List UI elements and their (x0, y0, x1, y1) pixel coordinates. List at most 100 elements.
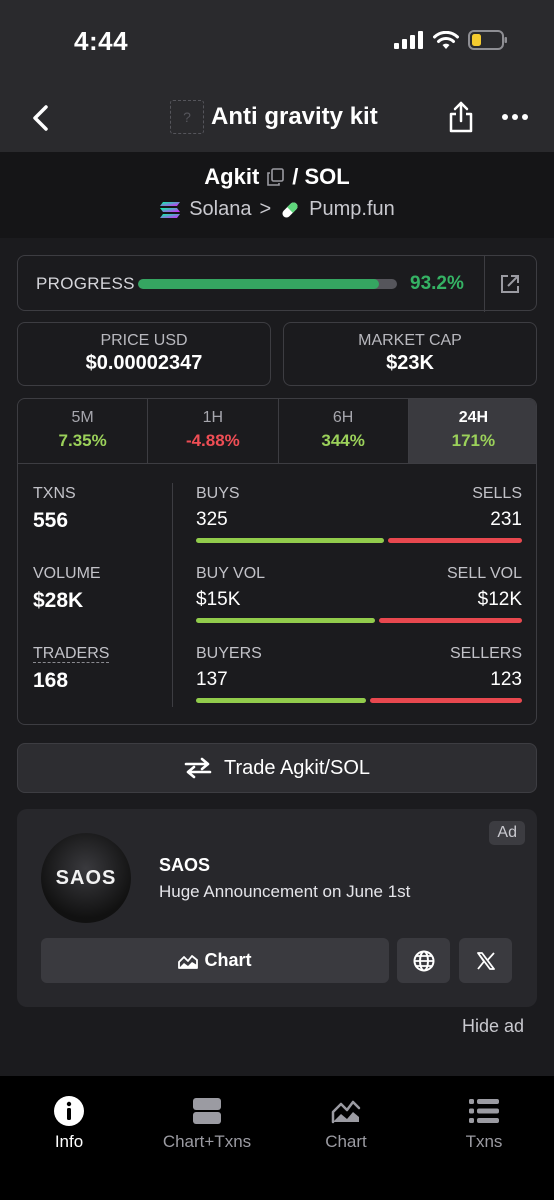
tab-chart[interactable]: Chart (277, 1096, 415, 1152)
tab-label: 24H (458, 409, 489, 426)
chevron-left-icon (33, 105, 48, 131)
progress-value: 93.2% (410, 273, 464, 294)
traders-value: 168 (33, 669, 69, 692)
area-chart-icon (331, 1100, 361, 1124)
tab-info-label: Info (54, 1132, 84, 1151)
volume-ratio-bar (196, 618, 522, 623)
tab-chart-txns[interactable]: Chart+Txns (138, 1096, 276, 1152)
ad-card: Ad SAOS SAOS Huge Announcement on June 1… (17, 809, 537, 1007)
ad-x-button[interactable] (459, 938, 512, 983)
volume-label: VOLUME (33, 565, 101, 582)
more-options-button[interactable] (496, 102, 534, 132)
tab-change: -4.88% (185, 431, 240, 450)
share-button[interactable] (443, 98, 479, 136)
hide-ad-link[interactable]: Hide ad (462, 1016, 524, 1037)
volume-breakdown: BUY VOL SELL VOL $15K $12K (196, 565, 522, 623)
wifi-icon (433, 30, 459, 49)
buyers-bar (196, 698, 366, 703)
buys-label: BUYS (196, 485, 240, 502)
tab-24h[interactable]: 24H 171% (408, 399, 536, 463)
volume-value: $28K (33, 589, 84, 612)
tab-chart-txns-label: Chart+Txns (162, 1132, 252, 1151)
trade-button[interactable]: Trade Agkit/SOL (17, 743, 537, 793)
ad-logo-text: SAOS (55, 866, 117, 889)
ad-chart-button[interactable]: Chart (41, 938, 389, 983)
timeframe-tabs: 5M 7.35% 1H -4.88% 6H 344% 24H 171% (18, 399, 536, 464)
sellers-bar (369, 698, 522, 703)
pair-quote: / SOL (292, 164, 350, 189)
tab-info[interactable]: Info (0, 1096, 138, 1152)
ad-chart-label: Chart (204, 950, 252, 970)
pair-line: Agkit / SOL (0, 164, 554, 190)
x-logo-icon (476, 951, 495, 970)
page-title: Anti gravity kit (211, 103, 378, 130)
buyers-value: 137 (196, 669, 228, 690)
swap-arrows-icon (184, 757, 212, 779)
traders-label[interactable]: TRADERS (33, 645, 110, 663)
traders-stat: TRADERS 168 (33, 645, 110, 693)
volume-stat: VOLUME $28K (33, 565, 101, 613)
pair-base: Agkit (204, 164, 260, 189)
buys-value: 325 (196, 509, 228, 530)
price-card: PRICE USD $0.00002347 (17, 322, 271, 386)
battery-low-icon (468, 30, 507, 50)
tab-txns-label: Txns (465, 1132, 503, 1151)
price-label: PRICE USD (100, 332, 188, 349)
market-cap-label: MARKET CAP (358, 332, 462, 349)
sell-vol-value: $12K (477, 589, 522, 610)
progress-bar (138, 279, 397, 289)
traders-label-text: TRADERS (33, 645, 110, 663)
status-bar: 4:44 (0, 0, 554, 84)
tab-txns[interactable]: Txns (415, 1096, 553, 1152)
nav-header: ? Anti gravity kit (0, 84, 554, 152)
ad-name[interactable]: SAOS (159, 855, 210, 876)
tab-label: 6H (332, 409, 354, 426)
tab-1h[interactable]: 1H -4.88% (148, 399, 279, 463)
pair-bar: Agkit / SOL Solana > Pump.fun (0, 152, 554, 238)
txns-label: TXNS (33, 485, 76, 502)
tab-change: 7.35% (58, 431, 107, 450)
buys-sells-ratio-bar (196, 538, 522, 543)
sells-bar (388, 538, 522, 543)
area-chart-icon (178, 954, 199, 969)
tab-6h[interactable]: 6H 344% (279, 399, 409, 463)
buy-vol-label: BUY VOL (196, 565, 266, 582)
list-icon (469, 1099, 499, 1123)
buyers-sellers-breakdown: BUYERS SELLERS 137 123 (196, 645, 522, 703)
bottom-tab-bar: Info Chart+Txns Chart Txns (0, 1076, 554, 1200)
sell-vol-bar (379, 618, 522, 623)
sellers-value: 123 (490, 669, 522, 690)
progress-card: PROGRESS 93.2% (17, 255, 537, 312)
progress-label: PROGRESS (36, 274, 135, 293)
token-logo-placeholder: ? (170, 100, 204, 134)
stats-divider (172, 483, 173, 707)
chain-name[interactable]: Solana (189, 198, 251, 221)
sellers-label: SELLERS (449, 645, 522, 662)
tab-chart-label: Chart (325, 1132, 367, 1151)
tab-5m[interactable]: 5M 7.35% (18, 399, 149, 463)
external-link-icon[interactable] (498, 272, 522, 296)
sells-label: SELLS (472, 485, 522, 502)
tab-change: 171% (451, 431, 496, 450)
split-view-icon (193, 1098, 221, 1124)
txns-stat: TXNS 556 (33, 485, 76, 533)
tab-change: 344% (321, 431, 365, 450)
copy-icon[interactable] (267, 168, 285, 186)
txns-value: 556 (33, 509, 69, 532)
status-icons (394, 30, 508, 50)
info-icon (54, 1096, 84, 1126)
dex-name[interactable]: Pump.fun (309, 198, 395, 221)
chain-separator: > (259, 198, 272, 220)
pill-icon (282, 201, 298, 218)
tab-label: 1H (202, 409, 224, 426)
sell-vol-label: SELL VOL (446, 565, 522, 582)
ad-website-button[interactable] (397, 938, 450, 983)
ad-logo[interactable]: SAOS (41, 833, 131, 923)
back-button[interactable] (22, 98, 58, 138)
share-icon (449, 101, 473, 133)
market-cap-card: MARKET CAP $23K (283, 322, 537, 386)
buyers-label: BUYERS (196, 645, 262, 662)
buyers-sellers-ratio-bar (196, 698, 522, 703)
buys-bar (196, 538, 385, 543)
cellular-signal-icon (394, 31, 423, 49)
